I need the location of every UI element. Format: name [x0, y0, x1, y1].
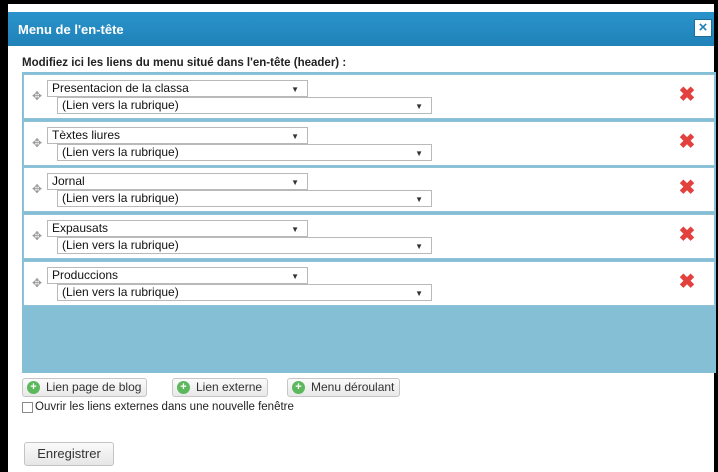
plus-circle-icon: +	[177, 381, 190, 394]
chevron-down-icon: ▼	[415, 149, 423, 158]
menu-item-row: ✥ Jornal ▼ (Lien vers la rubrique) ▼ ✖	[23, 167, 715, 212]
add-blog-page-link-button[interactable]: + Lien page de blog	[22, 378, 148, 397]
select-value: (Lien vers la rubrique)	[62, 145, 179, 159]
dialog-title: Menu de l'en-tête	[18, 21, 124, 37]
menu-item-row: ✥ Produccions ▼ (Lien vers la rubrique) …	[23, 261, 715, 306]
new-window-label[interactable]: Ouvrir les liens externes dans une nouve…	[35, 401, 294, 413]
delete-x-icon[interactable]: ✖	[678, 132, 696, 152]
menu-item-link-select[interactable]: (Lien vers la rubrique) ▼	[57, 284, 432, 301]
menu-item-row: ✥ Expausats ▼ (Lien vers la rubrique) ▼ …	[23, 214, 715, 259]
move-handle-icon[interactable]: ✥	[31, 276, 43, 290]
chevron-down-icon: ▼	[291, 85, 299, 94]
delete-x-icon[interactable]: ✖	[678, 225, 696, 245]
chevron-down-icon: ▼	[415, 289, 423, 298]
chevron-down-icon: ▼	[291, 178, 299, 187]
add-external-link-button[interactable]: + Lien externe	[172, 378, 269, 397]
delete-x-icon[interactable]: ✖	[678, 272, 696, 292]
button-label: Lien externe	[196, 380, 263, 394]
add-dropdown-menu-button[interactable]: + Menu déroulant	[287, 378, 401, 397]
select-value: Tèxtes liures	[52, 128, 121, 142]
plus-circle-icon: +	[27, 381, 40, 394]
menu-item-title-select[interactable]: Expausats ▼	[47, 220, 308, 237]
menu-item-link-select[interactable]: (Lien vers la rubrique) ▼	[57, 97, 432, 114]
delete-x-icon[interactable]: ✖	[678, 178, 696, 198]
menu-item-title-select[interactable]: Tèxtes liures ▼	[47, 127, 308, 144]
menu-item-link-select[interactable]: (Lien vers la rubrique) ▼	[57, 190, 432, 207]
chevron-down-icon: ▼	[415, 242, 423, 251]
chevron-down-icon: ▼	[291, 225, 299, 234]
menu-item-link-select[interactable]: (Lien vers la rubrique) ▼	[57, 144, 432, 161]
chevron-down-icon: ▼	[291, 272, 299, 281]
close-icon[interactable]: ×	[694, 19, 712, 37]
button-label: Lien page de blog	[46, 380, 142, 394]
chevron-down-icon: ▼	[291, 132, 299, 141]
new-window-option: Ouvrir les liens externes dans une nouve…	[22, 401, 294, 413]
select-value: (Lien vers la rubrique)	[62, 238, 179, 252]
menu-item-row: ✥ Tèxtes liures ▼ (Lien vers la rubrique…	[23, 121, 715, 166]
select-value: Jornal	[52, 174, 85, 188]
select-value: (Lien vers la rubrique)	[62, 285, 179, 299]
dialog-titlebar: Menu de l'en-tête ×	[8, 12, 714, 46]
menu-item-title-select[interactable]: Produccions ▼	[47, 267, 308, 284]
button-label: Menu déroulant	[311, 380, 395, 394]
instructions-text: Modifiez ici les liens du menu situé dan…	[22, 57, 347, 69]
menu-items-area: ✥ Presentacion de la classa ▼ (Lien vers…	[22, 72, 716, 373]
chevron-down-icon: ▼	[415, 102, 423, 111]
plus-circle-icon: +	[292, 381, 305, 394]
move-handle-icon[interactable]: ✥	[31, 136, 43, 150]
select-value: (Lien vers la rubrique)	[62, 191, 179, 205]
menu-item-title-select[interactable]: Presentacion de la classa ▼	[47, 80, 308, 97]
move-handle-icon[interactable]: ✥	[31, 182, 43, 196]
select-value: (Lien vers la rubrique)	[62, 98, 179, 112]
save-button[interactable]: Enregistrer	[24, 442, 114, 466]
move-handle-icon[interactable]: ✥	[31, 229, 43, 243]
menu-item-row: ✥ Presentacion de la classa ▼ (Lien vers…	[23, 74, 715, 119]
select-value: Presentacion de la classa	[52, 81, 189, 95]
move-handle-icon[interactable]: ✥	[31, 89, 43, 103]
new-window-checkbox[interactable]	[22, 401, 33, 413]
delete-x-icon[interactable]: ✖	[678, 85, 696, 105]
menu-item-link-select[interactable]: (Lien vers la rubrique) ▼	[57, 237, 432, 254]
menu-item-title-select[interactable]: Jornal ▼	[47, 173, 308, 190]
chevron-down-icon: ▼	[415, 195, 423, 204]
select-value: Produccions	[52, 268, 119, 282]
select-value: Expausats	[52, 221, 109, 235]
